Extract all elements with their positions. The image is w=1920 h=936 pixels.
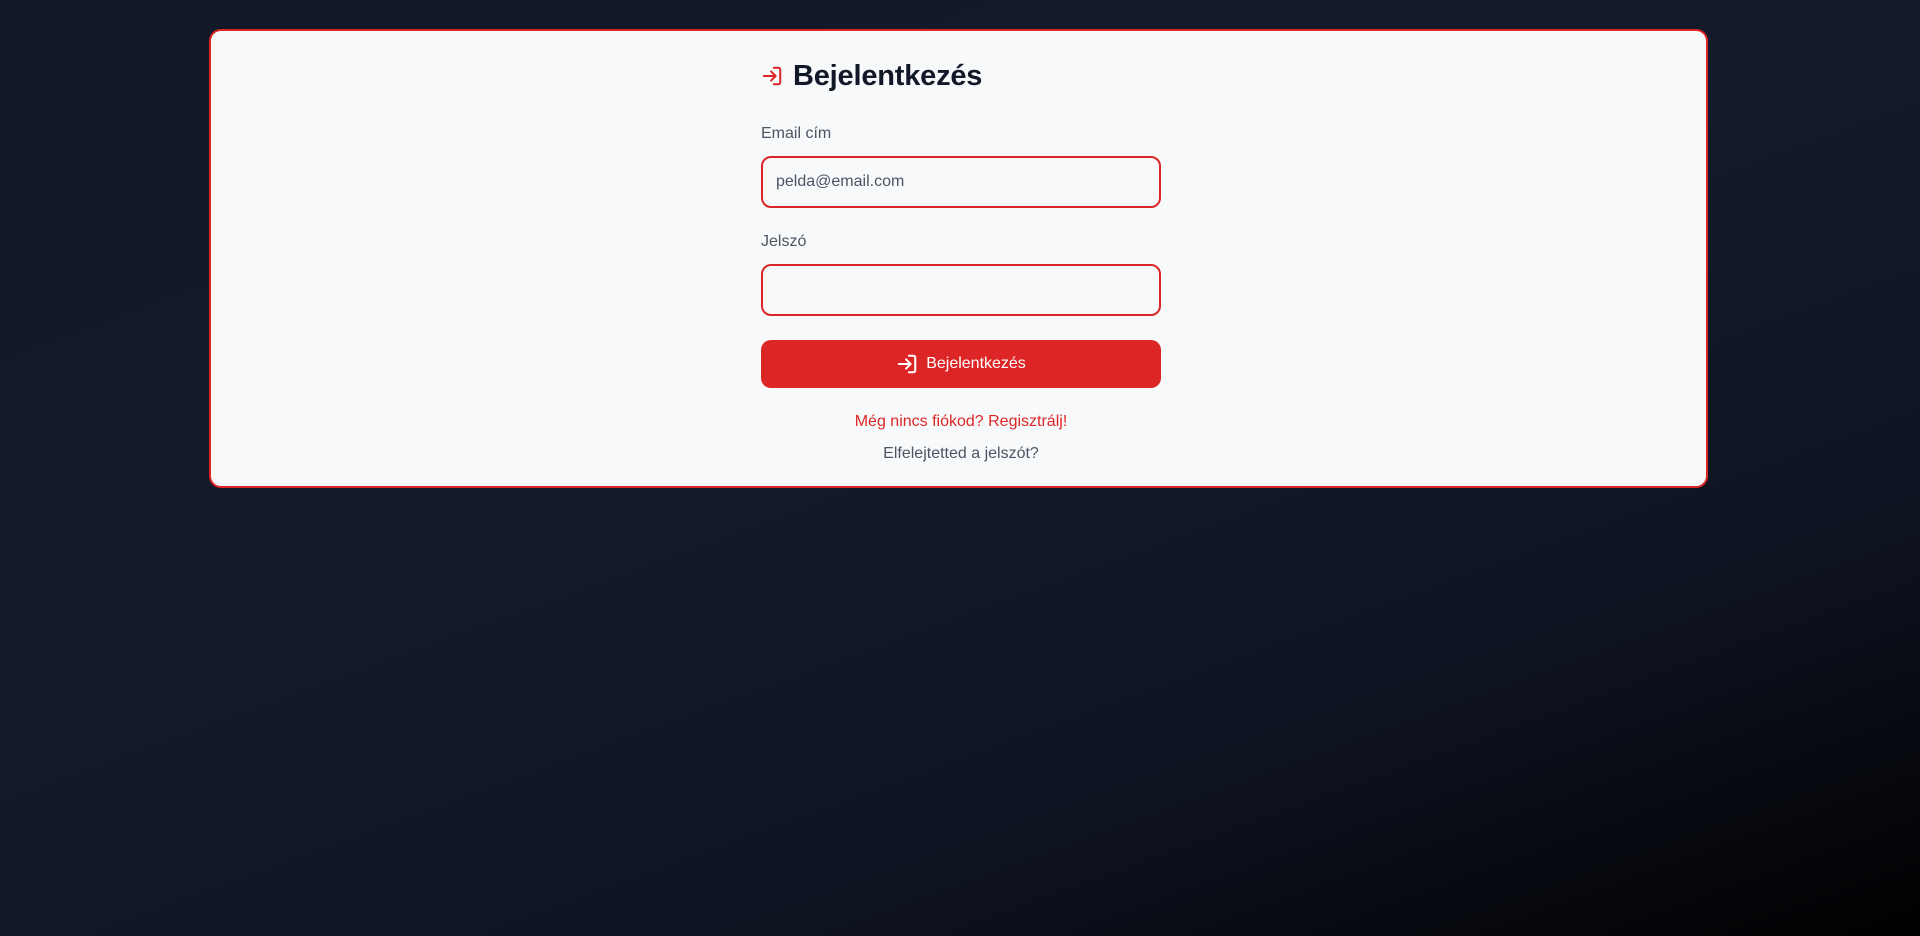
forgot-password-link[interactable]: Elfelejtetted a jelszót? — [761, 445, 1161, 463]
login-button[interactable]: Bejelentkezés — [761, 340, 1161, 388]
page-title: Bejelentkezés — [793, 59, 983, 92]
login-icon — [896, 353, 918, 375]
email-label: Email cím — [761, 125, 832, 142]
register-link[interactable]: Még nincs fiókod? Regisztrálj! — [761, 413, 1161, 431]
password-label: Jelszó — [761, 233, 807, 250]
password-field[interactable] — [761, 264, 1161, 316]
login-button-label: Bejelentkezés — [926, 355, 1026, 372]
login-icon — [761, 65, 783, 87]
email-field[interactable] — [761, 156, 1161, 208]
login-card: Bejelentkezés Email cím Jelszó Bejelentk… — [209, 29, 1708, 488]
page-title-row: Bejelentkezés — [761, 56, 982, 96]
